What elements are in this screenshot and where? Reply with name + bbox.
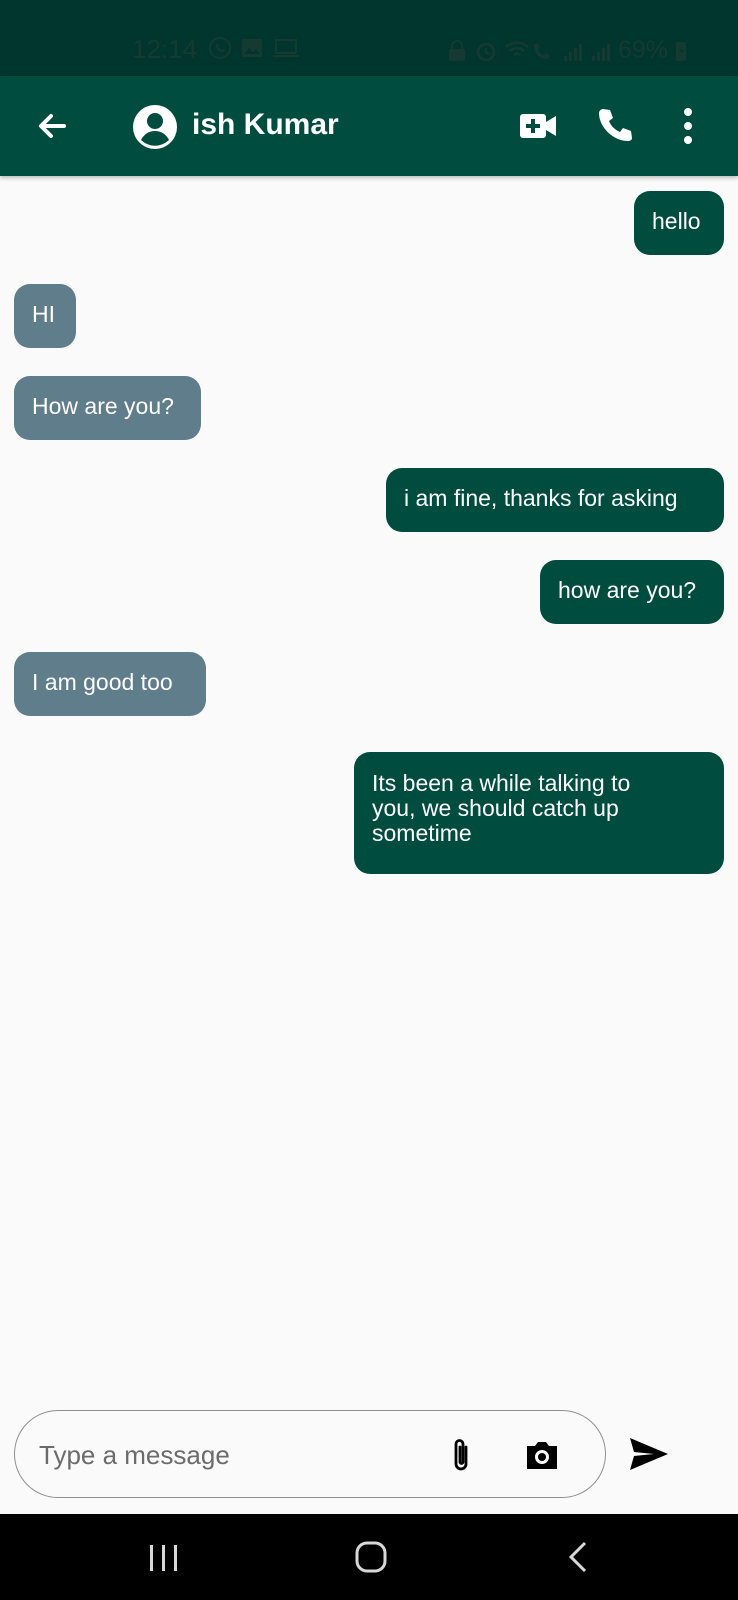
message-bubble-received[interactable]: I am good too bbox=[14, 652, 206, 716]
signal-icon bbox=[563, 43, 582, 61]
message-composer bbox=[14, 1410, 606, 1498]
message-bubble-sent[interactable]: i am fine, thanks for asking bbox=[386, 468, 724, 532]
more-vert-icon[interactable] bbox=[674, 106, 702, 146]
message-list[interactable]: hello HI How are you? i am fine, thanks … bbox=[0, 176, 738, 1376]
whatsapp-icon bbox=[209, 37, 231, 59]
back-arrow-icon[interactable] bbox=[32, 106, 72, 146]
nav-back-icon[interactable] bbox=[566, 1540, 590, 1574]
alarm-icon bbox=[476, 42, 496, 61]
gallery-icon bbox=[242, 39, 262, 57]
laptop-icon bbox=[273, 39, 299, 57]
home-icon[interactable] bbox=[354, 1540, 388, 1574]
status-bar: 12:14 69% bbox=[0, 0, 738, 76]
battery-percentage: 69% bbox=[617, 36, 668, 64]
system-navigation-bar bbox=[0, 1514, 738, 1600]
status-time: 12:14 bbox=[132, 34, 198, 64]
message-bubble-received[interactable]: How are you? bbox=[14, 376, 201, 440]
video-call-add-icon[interactable] bbox=[518, 108, 558, 144]
recent-apps-icon[interactable] bbox=[148, 1542, 180, 1574]
chat-app-bar: ish Kumar bbox=[0, 76, 738, 176]
status-system-icons: 69% bbox=[446, 36, 688, 65]
account-circle-icon[interactable] bbox=[132, 104, 178, 150]
battery-icon bbox=[676, 41, 686, 61]
message-bubble-received[interactable]: HI bbox=[14, 284, 76, 348]
phone-icon[interactable] bbox=[596, 106, 634, 144]
message-input[interactable] bbox=[37, 1437, 421, 1473]
wifi-calling-icon bbox=[505, 40, 550, 59]
attach-file-icon[interactable] bbox=[445, 1435, 477, 1477]
signal-icon bbox=[591, 43, 610, 61]
message-bubble-sent[interactable]: hello bbox=[634, 191, 724, 255]
message-bubble-sent[interactable]: Its been a while talking to you, we shou… bbox=[354, 752, 724, 874]
message-bubble-sent[interactable]: how are you? bbox=[540, 560, 724, 624]
send-icon[interactable] bbox=[628, 1436, 670, 1472]
lock-icon bbox=[448, 39, 465, 61]
contact-name[interactable]: ish Kumar bbox=[192, 108, 339, 142]
camera-icon[interactable] bbox=[523, 1437, 561, 1473]
status-notification-icons bbox=[208, 36, 300, 60]
